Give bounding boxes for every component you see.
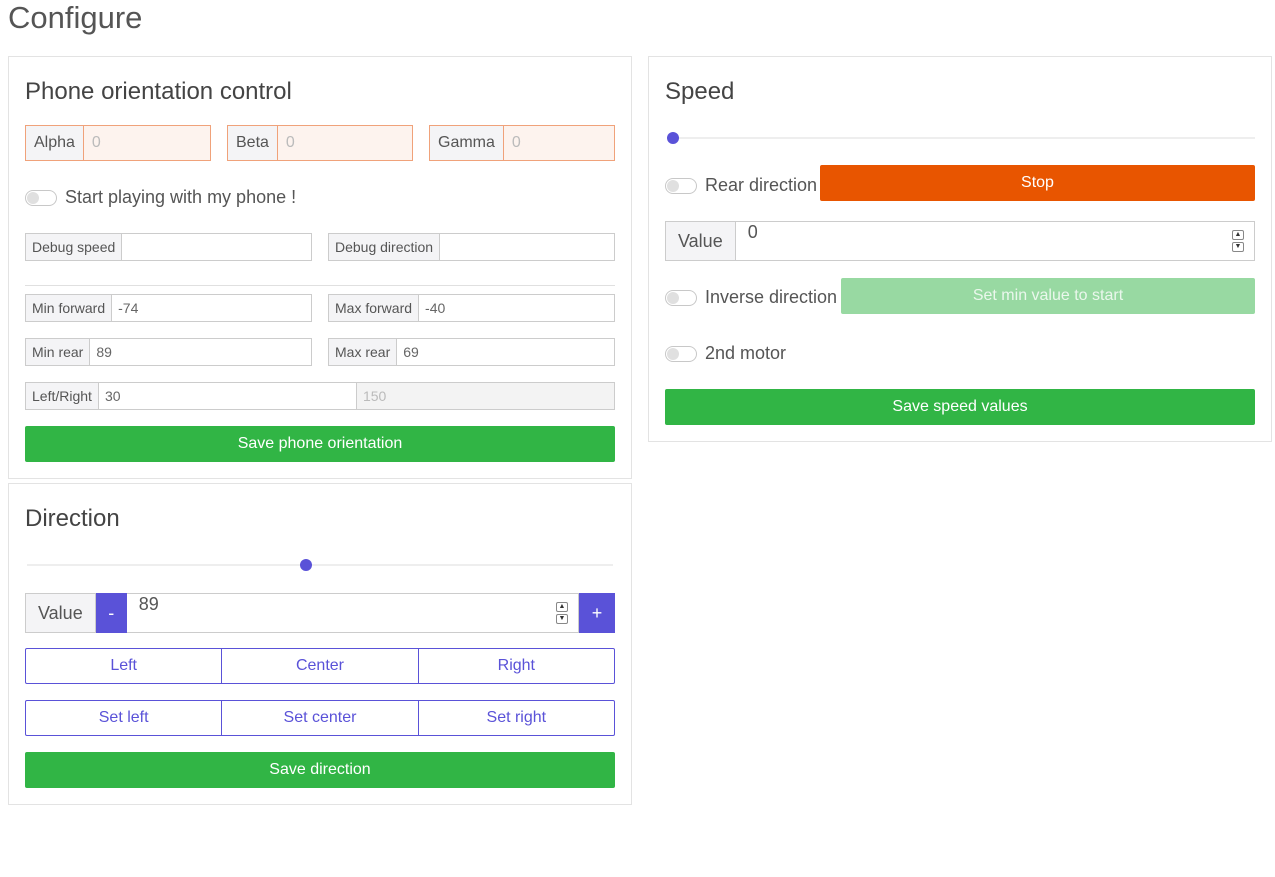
left-button[interactable]: Left (26, 649, 223, 683)
direction-minus-button[interactable]: - (95, 593, 127, 633)
debug-speed-label: Debug speed (25, 233, 123, 261)
min-forward-label: Min forward (25, 294, 113, 322)
speed-slider-thumb[interactable] (667, 132, 679, 144)
second-motor-toggle[interactable] (665, 345, 697, 362)
alpha-input[interactable]: 0 (83, 125, 211, 161)
spin-down-icon[interactable]: ▼ (1232, 242, 1244, 252)
speed-value-label: Value (665, 221, 736, 261)
center-button[interactable]: Center (222, 649, 419, 683)
right-button[interactable]: Right (419, 649, 614, 683)
spin-down-icon[interactable]: ▼ (556, 614, 568, 624)
speed-value-input[interactable]: 0 ▲ ▼ (735, 221, 1255, 261)
direction-title: Direction (25, 505, 120, 532)
max-rear-group: Max rear 69 (328, 338, 615, 366)
beta-input[interactable]: 0 (277, 125, 413, 161)
direction-slider-thumb[interactable] (299, 559, 312, 571)
left-right-label: Left/Right (25, 382, 99, 410)
inverse-direction-switch[interactable]: Inverse direction (665, 287, 837, 308)
inverse-direction-label: Inverse direction (705, 287, 838, 307)
max-forward-label: Max forward (328, 294, 420, 322)
speed-title: Speed (665, 78, 735, 105)
play-with-phone-label: Start playing with my phone ! (65, 187, 297, 207)
gamma-input[interactable]: 0 (503, 125, 615, 161)
max-forward-input[interactable]: -40 (419, 294, 615, 322)
rear-direction-label: Rear direction (705, 175, 818, 195)
alpha-label: Alpha (25, 125, 84, 161)
min-rear-group: Min rear 89 (25, 338, 312, 366)
gamma-input-group: Gamma 0 (429, 125, 615, 161)
set-direction-buttons: Set left Set center Set right (25, 700, 615, 736)
gamma-label: Gamma (429, 125, 504, 161)
set-center-button[interactable]: Set center (222, 701, 419, 735)
min-rear-label: Min rear (25, 338, 91, 366)
debug-speed-group: Debug speed (25, 233, 312, 261)
max-rear-input[interactable]: 69 (397, 338, 615, 366)
min-rear-input[interactable]: 89 (90, 338, 312, 366)
direction-value-text: 89 (138, 594, 159, 614)
phone-orientation-card: Phone orientation control Alpha 0 Beta 0… (8, 56, 632, 479)
speed-value-text: 0 (747, 222, 758, 242)
set-left-button[interactable]: Set left (26, 701, 223, 735)
save-speed-values-button[interactable]: Save speed values (665, 389, 1255, 425)
debug-speed-input[interactable] (122, 233, 312, 261)
second-motor-switch[interactable]: 2nd motor (665, 343, 786, 364)
second-motor-label: 2nd motor (705, 343, 787, 363)
min-forward-input[interactable]: -74 (112, 294, 312, 322)
speed-spinner[interactable]: ▲ ▼ (1232, 230, 1244, 252)
direction-slider[interactable] (27, 557, 613, 573)
direction-value-label: Value (25, 593, 96, 633)
speed-card: Speed Rear direction Stop Value 0 ▲ ▼ Inv… (648, 56, 1272, 442)
direction-value-input[interactable]: 89 ▲ ▼ (126, 593, 579, 633)
left-right-max-input: 150 (356, 382, 615, 410)
alpha-input-group: Alpha 0 (25, 125, 211, 161)
save-direction-button[interactable]: Save direction (25, 752, 615, 788)
max-rear-label: Max rear (328, 338, 398, 366)
speed-slider[interactable] (667, 130, 1255, 146)
play-with-phone-switch[interactable]: Start playing with my phone ! (25, 187, 296, 208)
set-min-value-button: Set min value to start (841, 278, 1255, 314)
set-right-button[interactable]: Set right (419, 701, 614, 735)
save-phone-orientation-button[interactable]: Save phone orientation (25, 426, 615, 462)
speed-value-group: Value 0 ▲ ▼ (665, 221, 1255, 261)
spin-up-icon[interactable]: ▲ (1232, 230, 1244, 240)
direction-plus-button[interactable]: + (579, 593, 615, 633)
page-title: Configure (8, 0, 143, 35)
rear-direction-switch[interactable]: Rear direction (665, 175, 817, 196)
rear-direction-toggle[interactable] (665, 177, 697, 194)
direction-buttons: Left Center Right (25, 648, 615, 684)
inverse-direction-toggle[interactable] (665, 289, 697, 306)
beta-label: Beta (227, 125, 278, 161)
debug-direction-input[interactable] (440, 233, 615, 261)
direction-card: Direction Value - 89 ▲ ▼ + Left Center Ri… (8, 483, 632, 805)
left-right-group: Left/Right 30 150 (25, 382, 615, 410)
beta-input-group: Beta 0 (227, 125, 413, 161)
play-with-phone-toggle[interactable] (25, 189, 57, 206)
max-forward-group: Max forward -40 (328, 294, 615, 322)
phone-orientation-title: Phone orientation control (25, 78, 292, 105)
left-right-input[interactable]: 30 (98, 382, 357, 410)
min-forward-group: Min forward -74 (25, 294, 312, 322)
stop-button[interactable]: Stop (820, 165, 1255, 201)
direction-value-group: Value - 89 ▲ ▼ + (25, 593, 615, 633)
spin-up-icon[interactable]: ▲ (556, 602, 568, 612)
debug-direction-label: Debug direction (328, 233, 441, 261)
debug-direction-group: Debug direction (328, 233, 615, 261)
divider (25, 285, 615, 286)
direction-spinner[interactable]: ▲ ▼ (556, 602, 568, 624)
